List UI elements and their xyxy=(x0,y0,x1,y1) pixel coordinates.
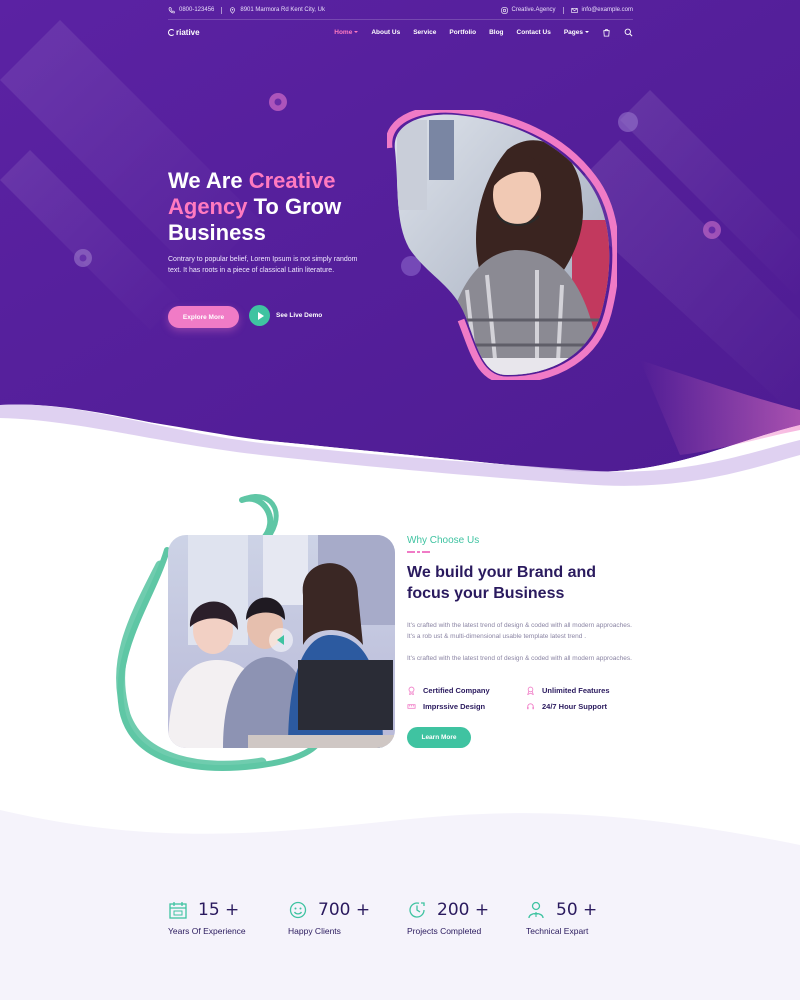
nav-item-pages[interactable]: Pages xyxy=(564,29,589,36)
feature-label: 24/7 Hour Support xyxy=(542,702,608,711)
happy-face-icon xyxy=(289,901,307,919)
stat-suffix: + xyxy=(355,900,371,920)
topbar-divider-line xyxy=(168,19,633,20)
expert-icon xyxy=(528,901,544,919)
video-play-button[interactable] xyxy=(269,628,293,652)
stat-suffix: + xyxy=(225,900,240,920)
location-pin-icon xyxy=(230,6,236,14)
nav-label: Pages xyxy=(563,28,583,36)
stat-value: 700 xyxy=(318,900,351,920)
topbar-divider xyxy=(221,6,223,14)
stats-background xyxy=(0,810,800,1000)
nav-label: Service xyxy=(413,28,437,36)
stat-experience: 15 + Years Of Experience xyxy=(168,900,288,936)
logo-mark-icon xyxy=(168,28,175,36)
nav-item-portfolio[interactable]: Portfolio xyxy=(449,29,476,36)
feature-support: 24/7 Hour Support xyxy=(526,702,607,711)
stat-value: 200 xyxy=(437,900,470,920)
nav-item-home[interactable]: Home xyxy=(334,28,359,36)
feature-label: Certified Company xyxy=(423,686,490,695)
instagram-icon xyxy=(500,6,508,14)
stat-happy-clients: 700 + Happy Clients xyxy=(288,900,408,936)
feature-certified-company: Certified Company xyxy=(407,686,490,695)
topbar-left: 0800-123456 8901 Marmora Rd Kent City, U… xyxy=(168,6,325,14)
about-paragraph-2: It's crafted with the latest trend of de… xyxy=(407,655,632,662)
learn-more-button[interactable]: Learn More xyxy=(407,727,471,748)
hero-title-text: We Are xyxy=(168,168,249,193)
site-logo[interactable]: riative xyxy=(168,28,200,37)
stat-number: 200 + xyxy=(437,900,489,920)
nav-item-service[interactable]: Service xyxy=(413,29,436,36)
calendar-icon xyxy=(169,902,187,919)
shopping-bag-icon[interactable] xyxy=(602,28,611,37)
address-text: 8901 Marmora Rd Kent City, Uk xyxy=(240,7,325,13)
top-contact-bar: 0800-123456 8901 Marmora Rd Kent City, U… xyxy=(168,4,633,16)
hero-title: We Are Creative Agency To Grow Business xyxy=(168,168,408,246)
nav-item-about-us[interactable]: About Us xyxy=(371,29,400,36)
stat-label: Years Of Experience xyxy=(168,926,246,936)
stat-label: Happy Clients xyxy=(288,926,341,936)
logo-text: riative xyxy=(176,27,200,37)
play-icon xyxy=(276,635,284,645)
topbar-divider xyxy=(562,6,564,14)
feature-label: Imprssive Design xyxy=(423,702,486,711)
eyebrow-underline xyxy=(407,551,431,553)
nav-label: Portfolio xyxy=(449,28,477,36)
hero-section: 0800-123456 8901 Marmora Rd Kent City, U… xyxy=(0,0,800,500)
stat-projects-completed: 200 + Projects Completed xyxy=(407,900,527,936)
stat-technical-expert: 50 + Technical Expart xyxy=(526,900,646,936)
design-icon xyxy=(407,704,416,709)
stat-value: 15 xyxy=(198,900,220,920)
topbar-right: Creative.Agency info@example.com xyxy=(500,6,633,14)
search-icon[interactable] xyxy=(624,28,633,37)
nav-label: Blog xyxy=(489,28,504,36)
live-demo-label: See Live Demo xyxy=(276,312,323,319)
explore-more-button[interactable]: Explore More xyxy=(168,306,239,328)
chevron-down-icon xyxy=(354,31,359,33)
instagram-handle[interactable]: Creative.Agency xyxy=(512,7,556,13)
stat-suffix: + xyxy=(583,900,598,920)
section-eyebrow: Why Choose Us xyxy=(407,535,480,546)
hero-description: Contrary to popular belief, Lorem Ipsum … xyxy=(168,256,358,274)
mail-icon xyxy=(570,7,578,13)
medal-icon xyxy=(527,686,534,695)
stat-number: 50 + xyxy=(556,900,597,920)
feature-unlimited-features: Unlimited Features xyxy=(526,686,610,695)
headset-icon xyxy=(527,703,534,710)
award-icon xyxy=(408,686,415,695)
nav-label: About Us xyxy=(371,28,401,36)
stat-label: Projects Completed xyxy=(407,926,482,936)
phone-icon xyxy=(168,6,175,13)
main-navigation: riative Home About Us Service Portfolio … xyxy=(168,24,633,40)
nav-label: Contact Us xyxy=(516,28,551,36)
hero-image xyxy=(387,110,617,380)
stat-label: Technical Expart xyxy=(526,926,589,936)
email-link[interactable]: info@example.com xyxy=(582,7,633,13)
nav-label: Home xyxy=(334,28,353,36)
clock-check-icon xyxy=(409,902,425,918)
feature-impressive-design: Imprssive Design xyxy=(407,702,485,711)
about-paragraph-1: It's crafted with the latest trend of de… xyxy=(407,622,632,640)
stat-number: 15 + xyxy=(198,900,239,920)
stat-suffix: + xyxy=(474,900,490,920)
nav-item-contact-us[interactable]: Contact Us xyxy=(517,29,551,36)
feature-label: Unlimited Features xyxy=(542,686,610,695)
play-icon xyxy=(257,311,264,320)
play-button[interactable] xyxy=(249,305,270,326)
nav-item-blog[interactable]: Blog xyxy=(489,29,503,36)
stat-value: 50 xyxy=(556,900,578,920)
stat-number: 700 + xyxy=(318,900,370,920)
nav-menu: Home About Us Service Portfolio Blog Con… xyxy=(334,28,633,37)
chevron-down-icon xyxy=(585,31,589,33)
about-title: We build your Brand and focus your Busin… xyxy=(407,564,597,602)
phone-number[interactable]: 0800-123456 xyxy=(179,7,214,13)
live-demo-link[interactable]: See Live Demo xyxy=(249,305,322,326)
